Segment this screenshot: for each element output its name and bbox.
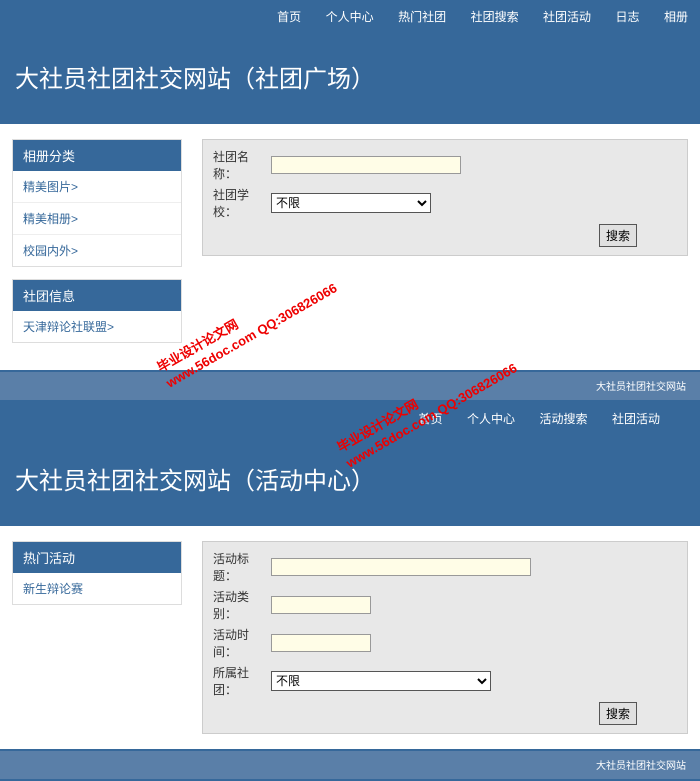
sidebar-title-hot-activity: 热门活动 [13, 542, 181, 573]
sidebar-block-album: 相册分类 精美图片> 精美相册> 校园内外> [12, 139, 182, 267]
sidebar-item[interactable]: 新生辩论赛 [13, 573, 181, 604]
nav-hot-club[interactable]: 热门社团 [398, 10, 446, 24]
sidebar-block-hot-activity: 热门活动 新生辩论赛 [12, 541, 182, 605]
label-club-name: 社团名称： [213, 148, 271, 182]
banner-1: 大社员社团社交网站（社团广场） [0, 34, 700, 124]
nav-album[interactable]: 相册 [664, 10, 688, 24]
search-button[interactable]: 搜索 [599, 224, 637, 247]
section-club-square: 首页 个人中心 热门社团 社团搜索 社团活动 日志 相册 大社员社团社交网站（社… [0, 0, 700, 402]
page-title-2: 大社员社团社交网站（活动中心） [15, 461, 685, 496]
nav-personal-2[interactable]: 个人中心 [467, 412, 515, 426]
form-row-time: 活动时间： [213, 626, 677, 660]
page-title-1: 大社员社团社交网站（社团广场） [15, 59, 685, 94]
input-activity-category[interactable] [271, 596, 371, 614]
nav-blog[interactable]: 日志 [616, 10, 640, 24]
sidebar-item[interactable]: 天津辩论社联盟> [13, 311, 181, 342]
form-row-category: 活动类别： [213, 588, 677, 622]
footer-text-1: 大社员社团社交网站 [596, 382, 686, 393]
sidebar-1: 相册分类 精美图片> 精美相册> 校园内外> 社团信息 天津辩论社联盟> [12, 139, 182, 355]
sidebar-item[interactable]: 精美图片> [13, 171, 181, 203]
label-activity-time: 活动时间： [213, 626, 271, 660]
input-club-name[interactable] [271, 156, 461, 174]
sidebar-title-album: 相册分类 [13, 140, 181, 171]
select-belong-club[interactable]: 不限 [271, 671, 491, 691]
label-belong-club: 所属社团： [213, 664, 271, 698]
content-2: 热门活动 新生辩论赛 活动标题： 活动类别： 活动时间： [0, 526, 700, 749]
main-1: 社团名称： 社团学校： 不限 搜索 [202, 139, 688, 355]
sidebar-item[interactable]: 精美相册> [13, 203, 181, 235]
section-activity-center: 首页 个人中心 活动搜索 社团活动 大社员社团社交网站（活动中心） 热门活动 新… [0, 402, 700, 781]
form-row-name: 社团名称： [213, 148, 677, 182]
select-club-school[interactable]: 不限 [271, 193, 431, 213]
input-activity-time[interactable] [271, 634, 371, 652]
footer-text-2: 大社员社团社交网站 [596, 761, 686, 772]
sidebar-item[interactable]: 校园内外> [13, 235, 181, 266]
nav-home[interactable]: 首页 [277, 10, 301, 24]
sidebar-block-clubinfo: 社团信息 天津辩论社联盟> [12, 279, 182, 343]
sidebar-2: 热门活动 新生辩论赛 [12, 541, 182, 734]
button-row-1: 搜索 [213, 224, 677, 247]
nav-activity-search[interactable]: 活动搜索 [540, 412, 588, 426]
nav-club-search[interactable]: 社团搜索 [471, 10, 519, 24]
content-1: 相册分类 精美图片> 精美相册> 校园内外> 社团信息 天津辩论社联盟> 社团名… [0, 124, 700, 370]
topnav-2: 首页 个人中心 活动搜索 社团活动 [0, 402, 700, 436]
form-row-club: 所属社团： 不限 [213, 664, 677, 698]
nav-club-activity[interactable]: 社团活动 [543, 10, 591, 24]
banner-2: 大社员社团社交网站（活动中心） [0, 436, 700, 526]
search-form-1: 社团名称： 社团学校： 不限 搜索 [202, 139, 688, 256]
form-row-title: 活动标题： [213, 550, 677, 584]
topnav-1: 首页 个人中心 热门社团 社团搜索 社团活动 日志 相册 [0, 0, 700, 34]
sidebar-title-clubinfo: 社团信息 [13, 280, 181, 311]
button-row-2: 搜索 [213, 702, 677, 725]
label-activity-category: 活动类别： [213, 588, 271, 622]
nav-home-2[interactable]: 首页 [419, 412, 443, 426]
search-button-2[interactable]: 搜索 [599, 702, 637, 725]
input-activity-title[interactable] [271, 558, 531, 576]
main-2: 活动标题： 活动类别： 活动时间： 所属社团： 不限 [202, 541, 688, 734]
label-club-school: 社团学校： [213, 186, 271, 220]
nav-club-activity-2[interactable]: 社团活动 [612, 412, 660, 426]
footer-1: 大社员社团社交网站 [0, 370, 700, 402]
search-form-2: 活动标题： 活动类别： 活动时间： 所属社团： 不限 [202, 541, 688, 734]
form-row-school: 社团学校： 不限 [213, 186, 677, 220]
label-activity-title: 活动标题： [213, 550, 271, 584]
nav-personal[interactable]: 个人中心 [326, 10, 374, 24]
